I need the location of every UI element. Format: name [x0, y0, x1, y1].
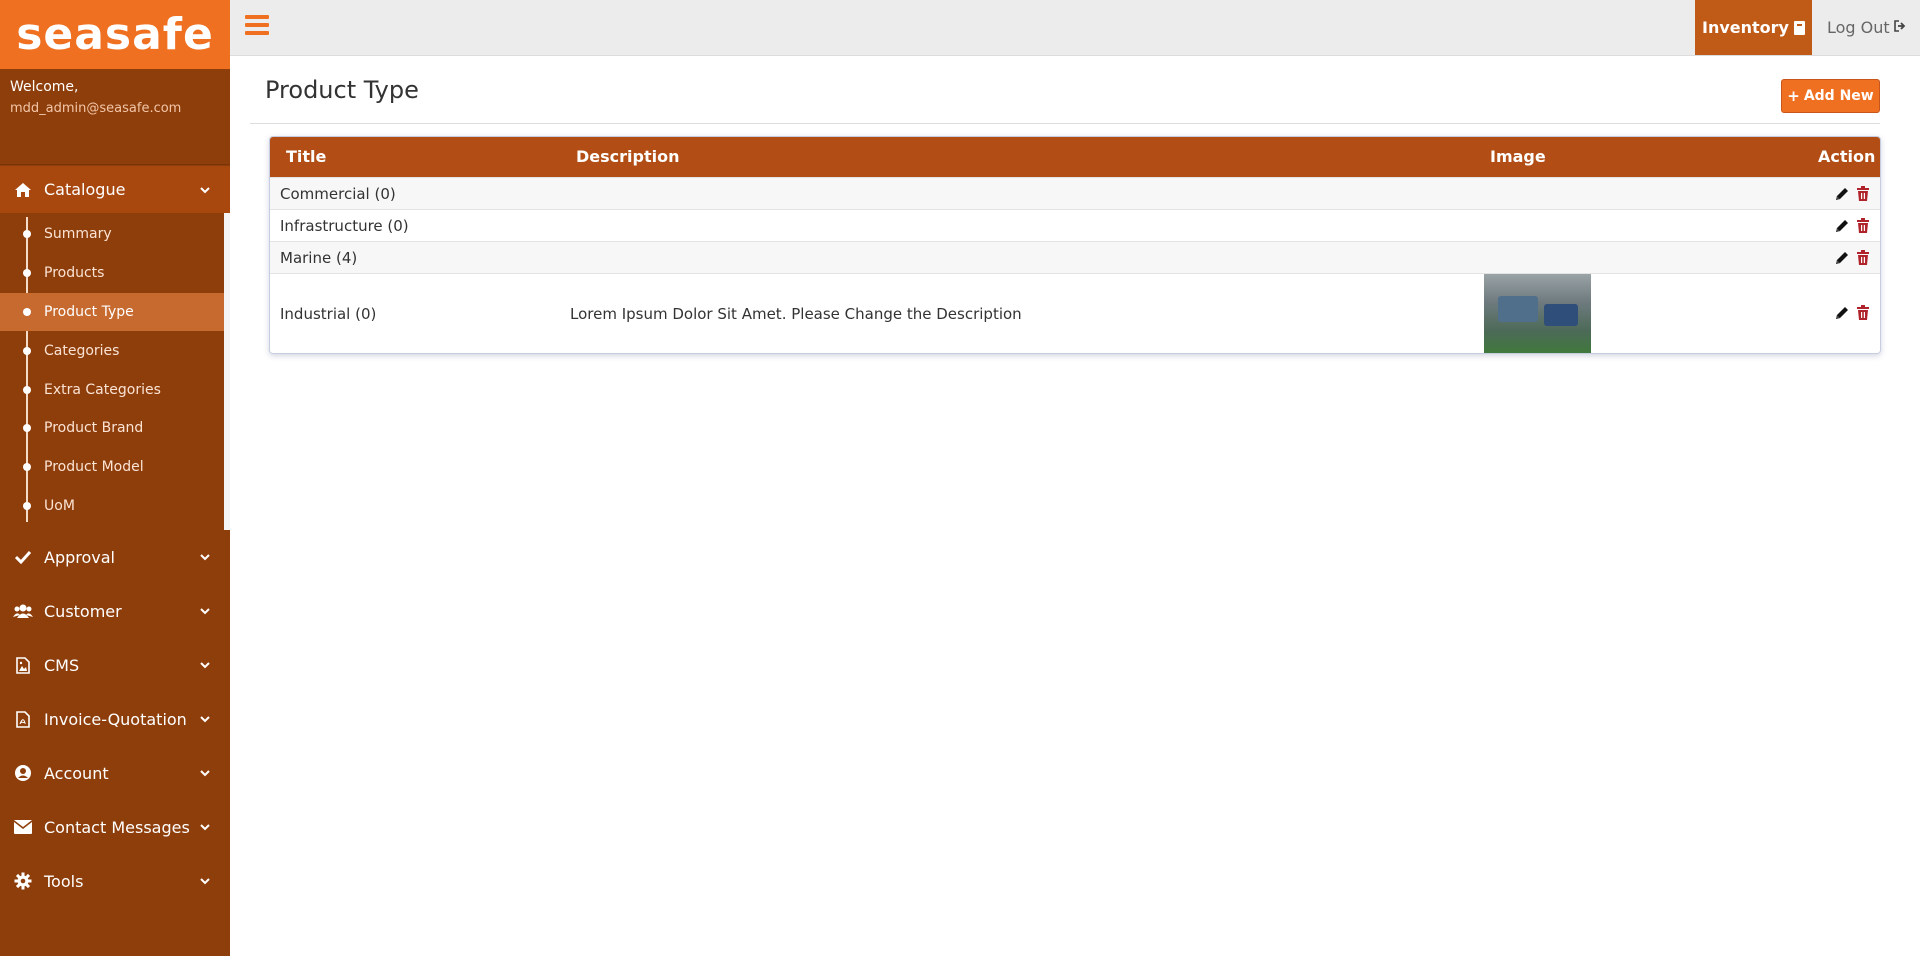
table-header: Title Description Image Action [270, 137, 1880, 177]
sidebar-item-label: Invoice-Quotation [44, 709, 187, 729]
row-description: Lorem Ipsum Dolor Sit Amet. Please Chang… [570, 305, 1022, 323]
sidebar-subitem-uom[interactable]: UoM [0, 487, 224, 526]
table-row: Commercial (0) [270, 177, 1880, 209]
sidebar-item-customer[interactable]: Customer [0, 584, 230, 638]
logout-link[interactable]: Log Out [1827, 0, 1907, 55]
column-header-image[interactable]: Image [1490, 147, 1546, 166]
delete-trash-icon[interactable] [1854, 304, 1872, 322]
sidebar-item-label: Account [44, 763, 109, 783]
sidebar-subitem-extra-categories[interactable]: Extra Categories [0, 370, 224, 409]
page-title: Product Type [265, 76, 419, 104]
sidebar-item-cms[interactable]: CMS [0, 638, 230, 692]
sidebar-subitem-product-brand[interactable]: Product Brand [0, 409, 224, 448]
sidebar-item-contact-messages[interactable]: Contact Messages [0, 800, 230, 854]
users-icon [12, 602, 34, 620]
product-type-thumbnail[interactable] [1484, 274, 1591, 353]
column-header-action: Action [1818, 147, 1876, 166]
sidebar-subitem-product-model[interactable]: Product Model [0, 448, 224, 487]
sidebar-subitem-categories[interactable]: Categories [0, 331, 224, 370]
delete-trash-icon[interactable] [1854, 185, 1872, 203]
sidebar-subitem-label: Extra Categories [44, 381, 161, 398]
sign-out-icon [1893, 19, 1907, 36]
welcome-text: Welcome, [10, 79, 79, 95]
sidebar-item-label: CMS [44, 655, 80, 675]
sidebar-subitem-label: Product Brand [44, 420, 144, 437]
row-title: Infrastructure (0) [280, 217, 409, 235]
table-row: Industrial (0) Lorem Ipsum Dolor Sit Ame… [270, 273, 1880, 353]
sidebar-item-tools[interactable]: Tools [0, 854, 230, 908]
column-header-description[interactable]: Description [576, 147, 679, 166]
row-title: Marine (4) [280, 249, 358, 267]
edit-pencil-icon[interactable] [1833, 185, 1851, 203]
user-email: mdd_admin@seasafe.com [10, 101, 182, 116]
sidebar-item-label: Tools [44, 871, 84, 891]
book-icon [1793, 20, 1805, 35]
sidebar-item-label: Customer [44, 601, 122, 621]
chevron-down-icon [198, 604, 212, 618]
sidebar-subitem-label: Products [44, 265, 105, 282]
image-file-icon [12, 656, 34, 674]
chevron-down-icon [198, 658, 212, 672]
gear-icon [12, 872, 34, 890]
row-actions [1833, 304, 1872, 322]
sidebar-subitem-label: Categories [44, 342, 120, 359]
sidebar-item-label: Contact Messages [44, 817, 190, 837]
row-title: Industrial (0) [280, 305, 377, 323]
add-new-button[interactable]: + Add New [1781, 79, 1880, 113]
row-title: Commercial (0) [280, 185, 396, 203]
sidebar-subitem-summary[interactable]: Summary [0, 215, 224, 254]
check-icon [12, 548, 34, 566]
chevron-down-icon [198, 766, 212, 780]
catalogue-submenu: Summary Products Product Type Categories… [0, 213, 230, 530]
inventory-button[interactable]: Inventory [1695, 0, 1812, 55]
product-type-table: Title Description Image Action Commercia… [269, 136, 1881, 354]
sidebar-item-label: Catalogue [44, 180, 126, 199]
sidebar-subitem-label: Product Model [44, 459, 144, 476]
sidebar-item-account[interactable]: Account [0, 746, 230, 800]
logout-label: Log Out [1827, 18, 1890, 37]
delete-trash-icon[interactable] [1854, 249, 1872, 267]
row-actions [1833, 249, 1872, 267]
sidebar: seasafe Welcome, mdd_admin@seasafe.com C… [0, 0, 230, 956]
user-circle-icon [12, 764, 34, 782]
topbar: Inventory Log Out [230, 0, 1920, 56]
edit-pencil-icon[interactable] [1833, 249, 1851, 267]
edit-pencil-icon[interactable] [1833, 304, 1851, 322]
welcome-panel: Welcome, mdd_admin@seasafe.com [0, 69, 230, 165]
sidebar-item-invoice-quotation[interactable]: Invoice-Quotation [0, 692, 230, 746]
sidebar-subitem-label: Summary [44, 226, 112, 243]
sidebar-subitem-label: Product Type [44, 303, 134, 320]
home-icon [12, 181, 34, 199]
chevron-down-icon [198, 820, 212, 834]
table-row: Infrastructure (0) [270, 209, 1880, 241]
add-new-label: Add New [1803, 88, 1874, 104]
sidebar-item-label: Approval [44, 547, 115, 567]
envelope-icon [12, 818, 34, 836]
hamburger-menu-icon[interactable] [245, 15, 269, 37]
sidebar-subitem-products[interactable]: Products [0, 254, 224, 293]
chevron-down-icon [198, 874, 212, 888]
pdf-file-icon [12, 710, 34, 728]
sidebar-subitem-product-type[interactable]: Product Type [0, 292, 224, 332]
logo[interactable]: seasafe [0, 0, 230, 69]
delete-trash-icon[interactable] [1854, 217, 1872, 235]
chevron-down-icon [198, 183, 212, 197]
chevron-down-icon [198, 550, 212, 564]
row-actions [1833, 217, 1872, 235]
chevron-down-icon [198, 712, 212, 726]
table-row: Marine (4) [270, 241, 1880, 273]
sidebar-item-approval[interactable]: Approval [0, 530, 230, 584]
sidebar-subitem-label: UoM [44, 497, 75, 514]
row-actions [1833, 185, 1872, 203]
logo-text: seasafe [16, 9, 214, 60]
sidebar-item-catalogue[interactable]: Catalogue [0, 166, 230, 213]
edit-pencil-icon[interactable] [1833, 217, 1851, 235]
inventory-label: Inventory [1702, 18, 1789, 37]
divider [250, 123, 1880, 124]
plus-icon: + [1787, 87, 1800, 105]
column-header-title[interactable]: Title [286, 147, 326, 166]
